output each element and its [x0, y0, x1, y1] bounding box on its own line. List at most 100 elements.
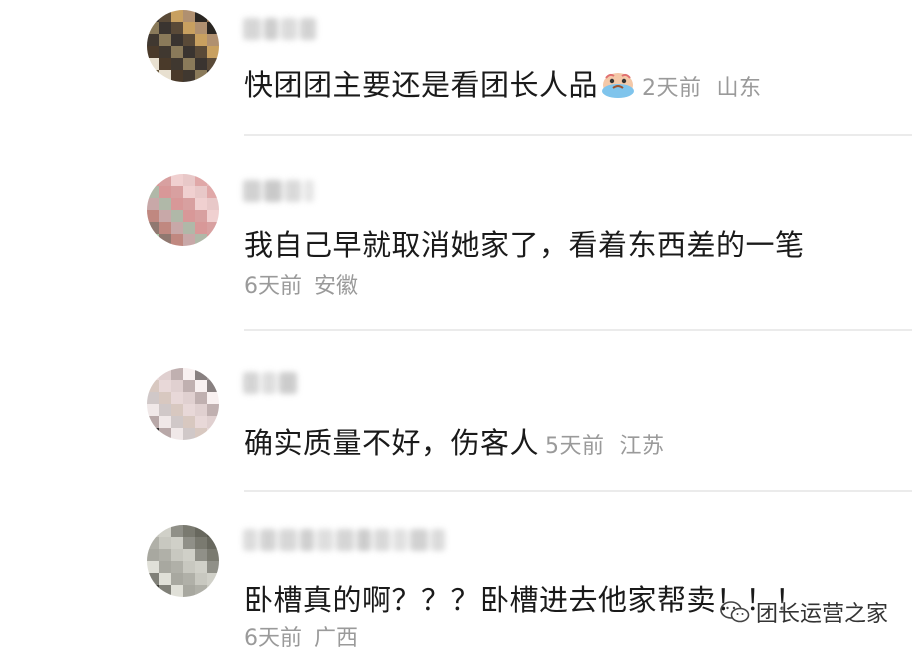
- avatar-pixel: [207, 222, 219, 234]
- avatar-pixel: [207, 70, 219, 82]
- avatar-pixel: [171, 58, 183, 70]
- avatar-pixel: [159, 22, 171, 34]
- avatar-pixel: [183, 58, 195, 70]
- avatar-pixel: [171, 22, 183, 34]
- comment-item: 快团团主要还是看团长人品 2天前 山东: [0, 0, 912, 136]
- username-blurred[interactable]: [243, 18, 319, 40]
- comment-time: 6天前: [244, 274, 302, 299]
- avatar-pixel: [195, 222, 207, 234]
- avatar-pixel: [147, 585, 159, 597]
- avatar[interactable]: [147, 525, 219, 597]
- avatar-pixel: [207, 46, 219, 58]
- avatar-pixel: [159, 368, 171, 380]
- avatar-pixel: [159, 174, 171, 186]
- avatar-pixel: [171, 537, 183, 549]
- comment-item: 确实质量不好，伤客人 5天前 江苏: [0, 330, 912, 490]
- avatar-pixel: [159, 549, 171, 561]
- avatar-pixel: [159, 10, 171, 22]
- avatar-pixel: [207, 525, 219, 537]
- avatar-pixel: [183, 222, 195, 234]
- avatar-pixel: [195, 404, 207, 416]
- avatar-pixel: [195, 537, 207, 549]
- avatar-pixel: [147, 34, 159, 46]
- avatar-pixel: [159, 34, 171, 46]
- username-blurred[interactable]: [243, 372, 300, 394]
- avatar-pixel: [159, 585, 171, 597]
- avatar-pixel: [183, 404, 195, 416]
- avatar-pixel: [147, 380, 159, 392]
- avatar-pixel: [195, 380, 207, 392]
- avatar-pixel: [147, 186, 159, 198]
- avatar-pixel: [207, 537, 219, 549]
- avatar-pixel: [147, 561, 159, 573]
- avatar-pixel: [147, 198, 159, 210]
- avatar-pixel: [207, 573, 219, 585]
- avatar-pixel: [207, 210, 219, 222]
- avatar-pixel: [159, 210, 171, 222]
- avatar-pixel: [183, 186, 195, 198]
- comment-text-row: 确实质量不好，伤客人 5天前 江苏: [244, 420, 665, 462]
- avatar-pixel: [195, 428, 207, 440]
- avatar-pixel: [159, 70, 171, 82]
- avatar-pixel: [183, 537, 195, 549]
- avatar-pixel: [195, 416, 207, 428]
- avatar-pixel: [159, 416, 171, 428]
- avatar[interactable]: [147, 10, 219, 82]
- avatar-pixel: [171, 380, 183, 392]
- avatar-pixel: [159, 58, 171, 70]
- avatar-pixel: [207, 428, 219, 440]
- avatar-pixel: [159, 404, 171, 416]
- avatar-pixel: [147, 174, 159, 186]
- avatar-pixel: [159, 561, 171, 573]
- avatar-pixel: [207, 22, 219, 34]
- comment-time: 2天前: [642, 76, 702, 101]
- avatar-pixel: [171, 70, 183, 82]
- avatar-pixel: [207, 561, 219, 573]
- comment-time: 6天前: [244, 626, 302, 651]
- comment-location: 江苏: [619, 434, 665, 459]
- avatar-pixel: [207, 58, 219, 70]
- avatar-pixel: [183, 198, 195, 210]
- avatar-pixel: [183, 428, 195, 440]
- avatar-pixel: [183, 234, 195, 246]
- avatar-pixel: [183, 174, 195, 186]
- avatar-pixel: [171, 573, 183, 585]
- avatar[interactable]: [147, 174, 219, 246]
- avatar-pixel: [171, 549, 183, 561]
- avatar-pixel: [147, 58, 159, 70]
- avatar-pixel: [147, 525, 159, 537]
- avatar-pixel: [183, 46, 195, 58]
- avatar[interactable]: [147, 368, 219, 440]
- username-blurred[interactable]: [243, 180, 317, 202]
- avatar-pixel: [207, 585, 219, 597]
- comment-meta-inline: 5天前 江苏: [545, 434, 665, 459]
- comment-item: 我自己早就取消她家了，看着东西差的一笔 6天前 安徽: [0, 136, 912, 330]
- username-blurred[interactable]: [243, 529, 448, 551]
- avatar-pixel: [147, 428, 159, 440]
- comment-location: 山东: [716, 76, 762, 101]
- avatar-pixel: [195, 561, 207, 573]
- comment-location: 广西: [314, 626, 359, 651]
- avatar-pixel: [171, 210, 183, 222]
- avatar-pixel: [159, 234, 171, 246]
- avatar-pixel: [171, 10, 183, 22]
- avatar-pixel: [159, 380, 171, 392]
- comment-text: 确实质量不好，伤客人: [244, 426, 540, 460]
- avatar-pixel: [147, 210, 159, 222]
- avatar-pixel: [171, 186, 183, 198]
- avatar-pixel: [147, 392, 159, 404]
- avatar-pixel: [147, 416, 159, 428]
- avatar-pixel: [183, 525, 195, 537]
- avatar-pixel: [183, 573, 195, 585]
- comment-meta: 6天前 安徽: [244, 268, 358, 300]
- avatar-pixel: [183, 368, 195, 380]
- avatar-pixel: [147, 573, 159, 585]
- wechat-icon: [720, 601, 750, 623]
- avatar-pixel: [159, 537, 171, 549]
- avatar-pixel: [195, 10, 207, 22]
- avatar-pixel: [183, 561, 195, 573]
- avatar-pixel: [195, 174, 207, 186]
- avatar-pixel: [195, 368, 207, 380]
- avatar-pixel: [195, 22, 207, 34]
- avatar-pixel: [159, 573, 171, 585]
